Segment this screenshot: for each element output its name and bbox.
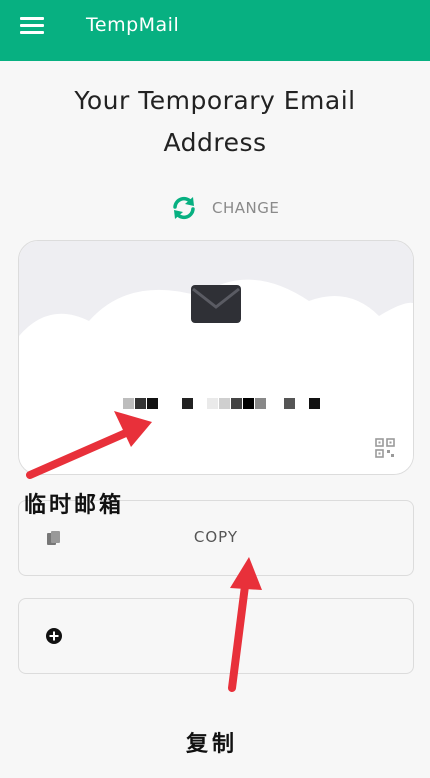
copy-label: COPY [193, 528, 239, 546]
email-card [18, 240, 414, 475]
mail-icon [191, 285, 241, 323]
refresh-icon [173, 196, 195, 220]
annotation-temp-mail: 临时邮箱 [24, 492, 125, 518]
email-address-pixelated[interactable] [123, 398, 320, 409]
cloud-background [19, 241, 413, 474]
page-title-line-2: Address [163, 128, 267, 157]
add-circle-icon [46, 628, 62, 644]
change-label: CHANGE [212, 199, 280, 217]
menu-icon[interactable] [20, 17, 44, 37]
add-button[interactable] [18, 598, 414, 674]
app-bar: TempMail [0, 0, 430, 61]
page-title-line-1: Your Temporary Email [74, 86, 356, 115]
app-title: TempMail [86, 14, 180, 36]
page-title: Your Temporary Email Address [0, 80, 430, 164]
qr-code-icon[interactable] [375, 438, 395, 458]
annotation-copy: 复制 [186, 731, 239, 757]
change-button[interactable]: CHANGE [170, 193, 279, 223]
